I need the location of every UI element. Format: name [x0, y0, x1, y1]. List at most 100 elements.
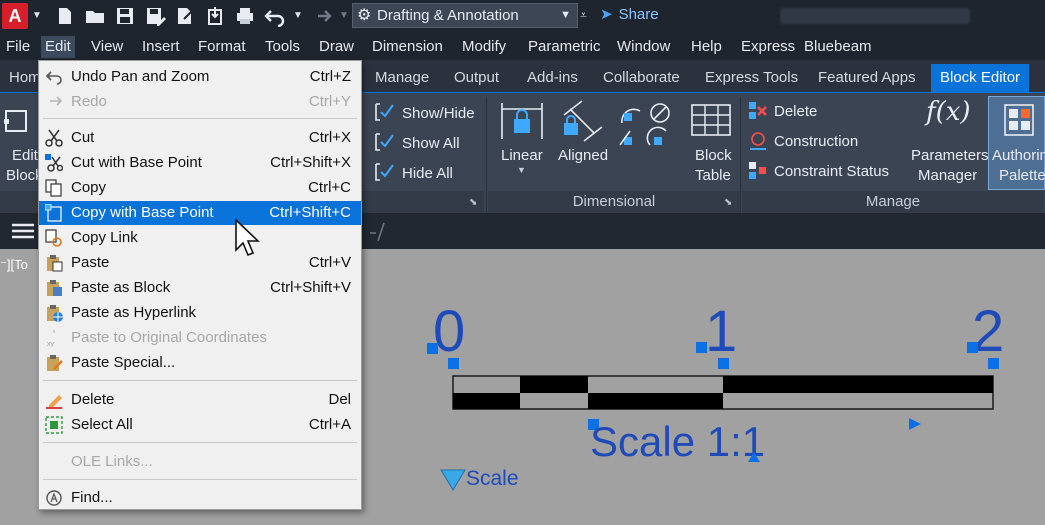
parameters-manager-label-1[interactable]: Parameters [911, 147, 989, 164]
scale-label-2: 2 [972, 299, 1004, 364]
linear-dropdown-caret-icon[interactable]: ▼ [517, 165, 526, 175]
constraint-status-button[interactable]: Constraint Status [774, 163, 889, 180]
authoring-palettes-button[interactable]: Authorin Palette [988, 96, 1045, 190]
panel-footer-visibility [362, 191, 484, 213]
menu-item-delete[interactable]: Delete Del [39, 388, 361, 412]
constraint-status-icon[interactable] [748, 161, 768, 181]
aligned-constraint-icon[interactable] [560, 99, 604, 143]
save-icon[interactable] [114, 5, 136, 27]
tab-output[interactable]: Output [454, 69, 499, 86]
share-drawing-icon[interactable] [204, 5, 226, 27]
menu-item-paste-as-block[interactable]: Paste as Block Ctrl+Shift+V [39, 276, 361, 300]
menu-parametric[interactable]: Parametric [528, 38, 601, 55]
menu-item-label: Paste as Block [71, 279, 171, 296]
paste-original-coordinates-icon: xy [47, 330, 55, 347]
menu-view[interactable]: View [91, 38, 123, 55]
menu-item-shortcut: Ctrl+Shift+X [270, 154, 351, 171]
menu-item-select-all[interactable]: Select All Ctrl+A [39, 413, 361, 437]
show-all-button[interactable]: Show All [402, 135, 460, 152]
block-table-label-2[interactable]: Table [695, 167, 731, 184]
share-button[interactable]: ➤ Share [600, 5, 659, 23]
tab-express-tools[interactable]: Express Tools [705, 69, 798, 86]
grip-point[interactable] [696, 342, 707, 353]
menu-help[interactable]: Help [691, 38, 722, 55]
show-hide-button[interactable]: Show/Hide [402, 105, 475, 122]
parameters-manager-label-2[interactable]: Manager [918, 167, 977, 184]
tab-manage[interactable]: Manage [375, 69, 429, 86]
menu-dimension[interactable]: Dimension [372, 38, 443, 55]
tab-block-editor[interactable]: Block Editor [931, 64, 1030, 92]
menu-tools[interactable]: Tools [265, 38, 300, 55]
menu-item-ole-links[interactable]: OLE Links... [39, 450, 361, 474]
stretch-grip-icon[interactable] [909, 418, 921, 430]
grip-point[interactable] [988, 358, 999, 369]
delete-constraint-icon[interactable] [748, 101, 768, 121]
block-table-icon[interactable] [690, 103, 732, 137]
menu-item-redo[interactable]: Redo Ctrl+Y [39, 90, 361, 114]
redo-list-caret-icon[interactable]: ▼ [339, 10, 349, 21]
save-as-icon[interactable] [144, 5, 166, 27]
tab-home[interactable]: Hom [9, 69, 41, 86]
menu-item-cut[interactable]: Cut Ctrl+X [39, 126, 361, 150]
hide-all-button[interactable]: Hide All [402, 165, 453, 182]
panel-launcher-icon[interactable]: ⬊ [469, 197, 477, 208]
show-hide-icon[interactable] [374, 101, 396, 123]
menu-bluebeam[interactable]: Bluebeam [804, 38, 872, 55]
menu-window[interactable]: Window [617, 38, 670, 55]
show-all-icon[interactable] [374, 131, 396, 153]
menu-draw[interactable]: Draw [319, 38, 354, 55]
menu-item-copy-with-base-point[interactable]: Copy with Base Point Ctrl+Shift+C [39, 201, 361, 225]
tab-featured-apps[interactable]: Featured Apps [818, 69, 916, 86]
block-table-label-1[interactable]: Block [695, 147, 732, 164]
angular-radial-constraints-icon[interactable] [618, 101, 672, 149]
workspace-selector[interactable]: ⚙ Drafting & Annotation ▼ [352, 3, 578, 28]
linear-constraint-icon[interactable] [500, 101, 544, 141]
edit-block-icon[interactable] [4, 105, 40, 137]
app-menu-caret-icon[interactable]: ▼ [32, 10, 42, 21]
menu-item-shortcut: Ctrl+A [308, 416, 351, 433]
hide-all-icon[interactable] [374, 161, 396, 183]
construction-icon[interactable] [748, 131, 768, 151]
tab-collaborate[interactable]: Collaborate [603, 69, 680, 86]
hamburger-menu-icon[interactable] [12, 223, 34, 239]
construction-button[interactable]: Construction [774, 133, 858, 150]
menu-item-cut-with-base-point[interactable]: Cut with Base Point Ctrl+Shift+X [39, 151, 361, 175]
linear-button[interactable]: Linear [501, 147, 543, 164]
menu-item-copy-link[interactable]: Copy Link [39, 226, 361, 250]
fx-icon[interactable]: f(x) [926, 97, 971, 127]
menu-express[interactable]: Express [741, 38, 795, 55]
undo-list-caret-icon[interactable]: ▼ [293, 10, 303, 21]
visibility-parameter-icon[interactable] [440, 469, 466, 491]
menu-item-undo[interactable]: Undo Pan and Zoom Ctrl+Z [39, 65, 361, 89]
autocad-window: A ▼ ▼ ▼ ⚙ Drafting & Annotation ▼ ⩡ ➤ Sha… [0, 0, 1045, 525]
menu-format[interactable]: Format [198, 38, 246, 55]
grip-point[interactable] [967, 342, 978, 353]
grip-point[interactable] [427, 343, 438, 354]
undo-arrow-icon[interactable] [264, 5, 286, 27]
dimensional-launcher-icon[interactable]: ⬊ [724, 197, 732, 208]
grip-point[interactable] [718, 358, 729, 369]
delete-button[interactable]: Delete [774, 103, 817, 120]
menu-item-paste-as-hyperlink[interactable]: Paste as Hyperlink [39, 301, 361, 325]
menu-file[interactable]: File [6, 38, 30, 55]
menu-modify[interactable]: Modify [462, 38, 506, 55]
menu-edit[interactable]: Edit [41, 36, 75, 58]
tab-add-ins[interactable]: Add-ins [527, 69, 578, 86]
customize-qat-icon[interactable]: ⩡ [580, 8, 587, 23]
menu-item-shortcut: Ctrl+V [308, 254, 351, 271]
menu-item-paste[interactable]: Paste Ctrl+V [39, 251, 361, 275]
application-menu-button[interactable]: A [2, 3, 28, 29]
menu-item-find[interactable]: Find... [39, 486, 361, 510]
grip-point[interactable] [448, 358, 459, 369]
redo-arrow-icon[interactable] [310, 5, 332, 27]
menu-item-paste-special[interactable]: Paste Special... [39, 351, 361, 375]
aligned-button[interactable]: Aligned [558, 147, 608, 164]
menu-item-paste-to-original-coordinates[interactable]: xy Paste to Original Coordinates [39, 326, 361, 350]
menu-insert[interactable]: Insert [142, 38, 180, 55]
open-folder-icon[interactable] [84, 5, 106, 27]
menu-item-copy[interactable]: Copy Ctrl+C [39, 176, 361, 200]
edit-block-label-1[interactable]: Edit [12, 147, 38, 164]
new-file-icon[interactable] [54, 5, 76, 27]
plot-icon[interactable] [234, 5, 256, 27]
export-icon[interactable] [174, 5, 196, 27]
